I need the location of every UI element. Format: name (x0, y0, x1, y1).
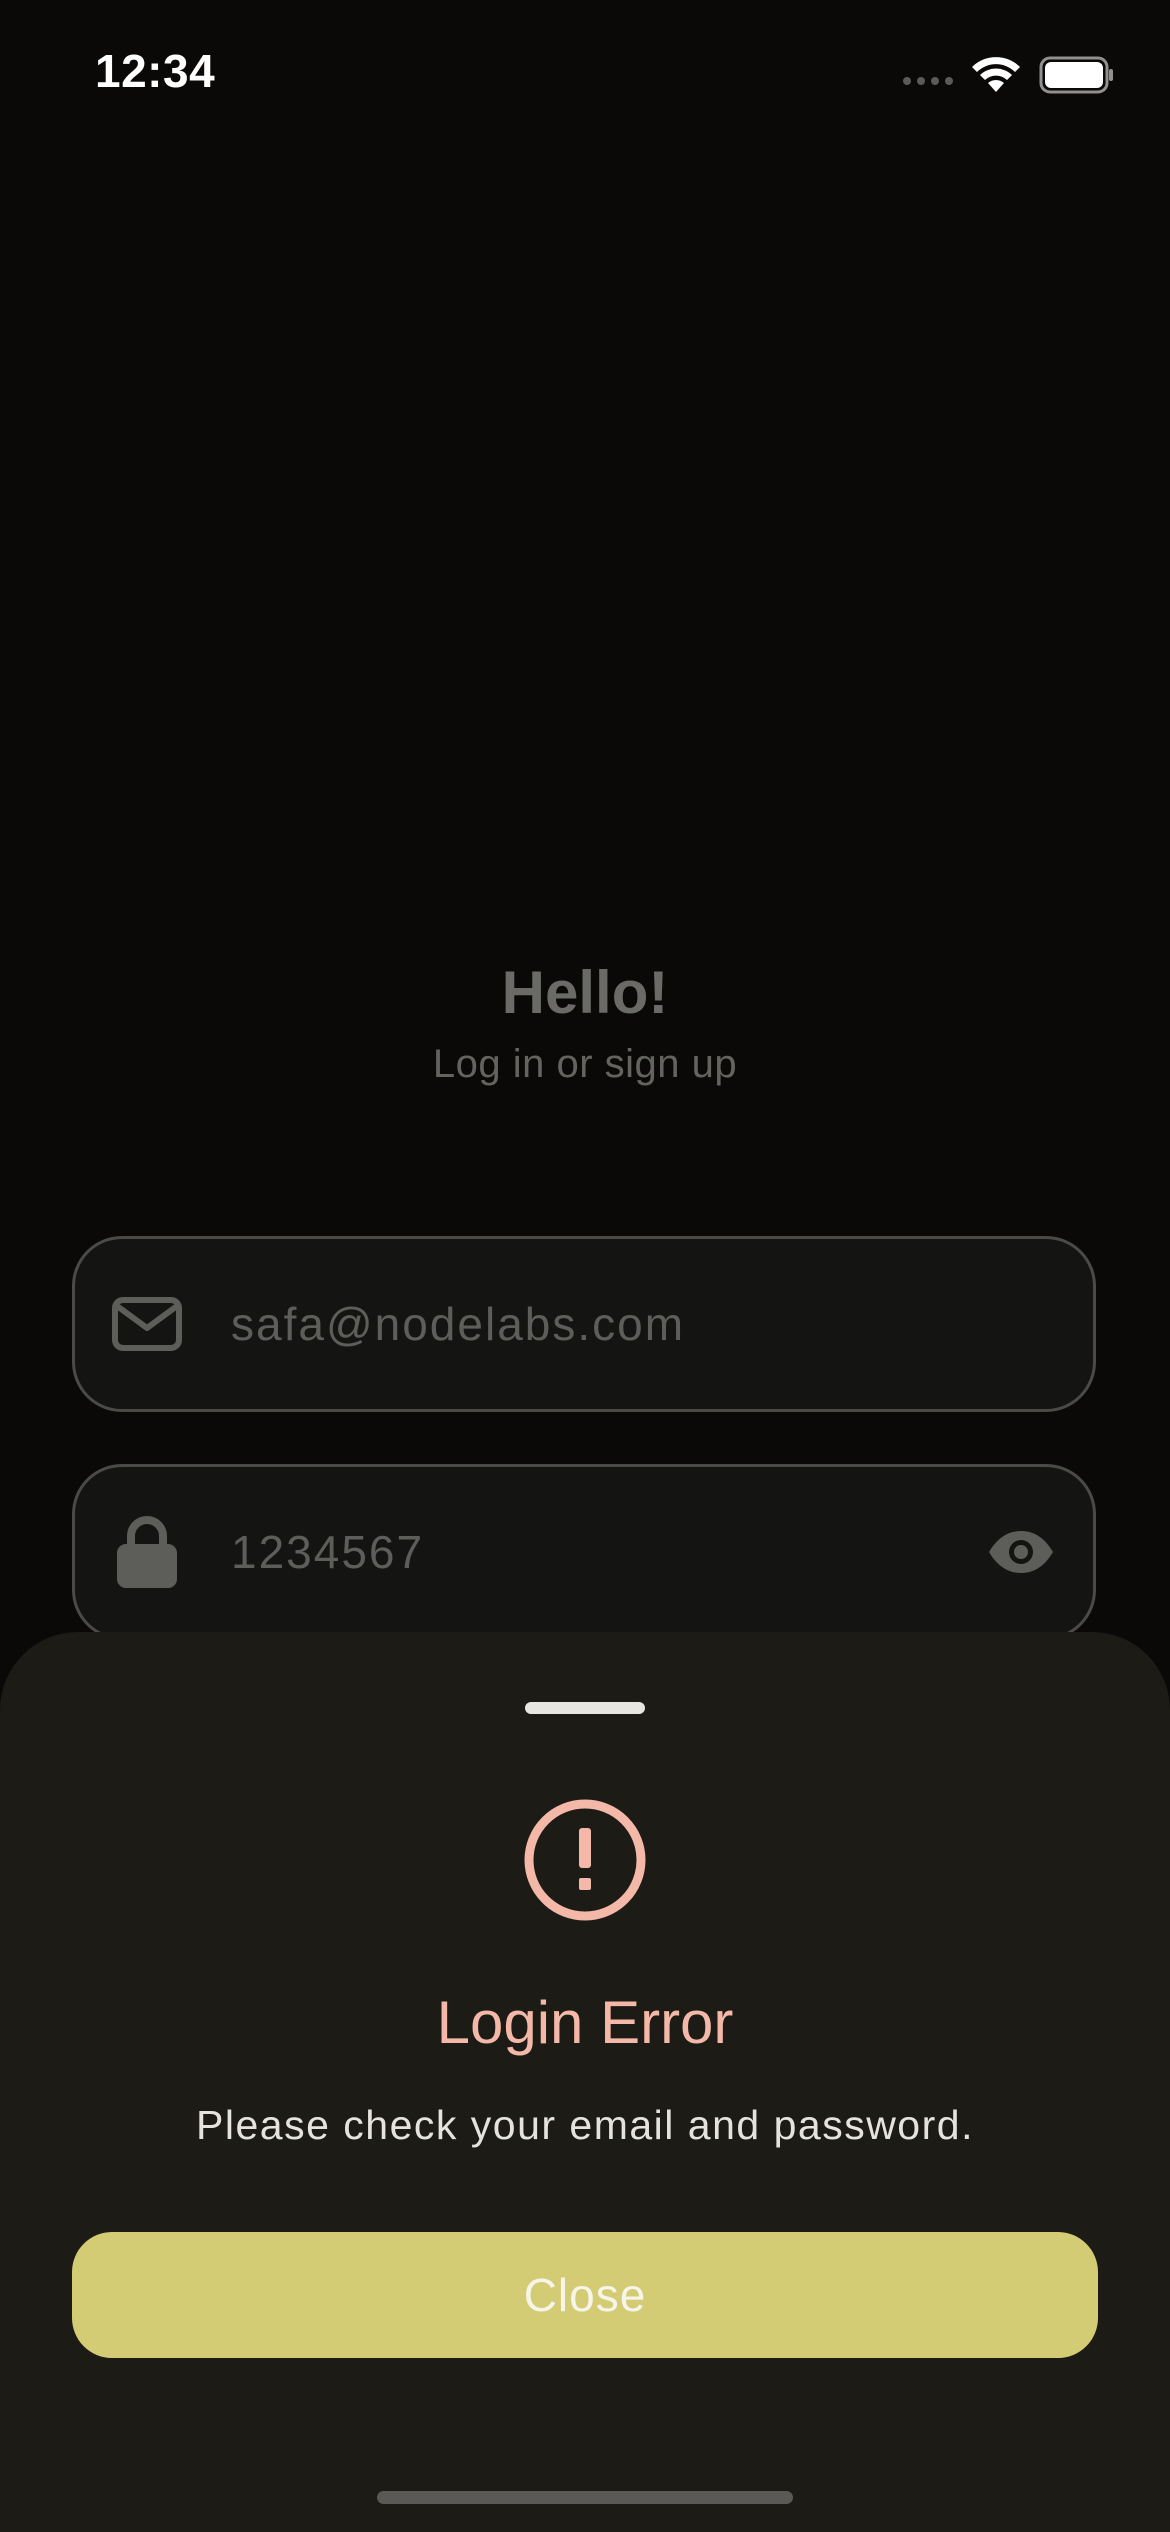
sheet-drag-handle[interactable] (525, 1702, 645, 1714)
wifi-icon (972, 57, 1020, 92)
eye-icon[interactable] (985, 1516, 1057, 1588)
login-screen: 12:34 Hello! Log in or sign up safa@node… (0, 0, 1170, 2532)
welcome-subtitle: Log in or sign up (432, 1042, 738, 1086)
password-field[interactable]: 1234567 (72, 1464, 1096, 1640)
battery-icon (1039, 56, 1113, 94)
error-message: Please check your email and password. (196, 2102, 974, 2148)
password-input[interactable]: 1234567 (231, 1525, 931, 1579)
status-bar: 12:34 (0, 0, 1170, 150)
status-icons (903, 50, 1115, 100)
error-title: Login Error (436, 1989, 734, 2056)
mail-icon (109, 1286, 185, 1362)
close-button[interactable]: Close (72, 2232, 1098, 2358)
status-time: 12:34 (95, 45, 216, 97)
alert-circle-icon (524, 1799, 646, 1921)
welcome-title: Hello! (501, 959, 669, 1026)
login-error-sheet: Login Error Please check your email and … (0, 1632, 1170, 2532)
home-indicator[interactable] (377, 2491, 793, 2504)
lock-icon (109, 1514, 185, 1590)
email-field[interactable]: safa@nodelabs.com (72, 1236, 1096, 1412)
cellular-signal-icon (903, 77, 953, 85)
email-input[interactable]: safa@nodelabs.com (231, 1297, 931, 1351)
